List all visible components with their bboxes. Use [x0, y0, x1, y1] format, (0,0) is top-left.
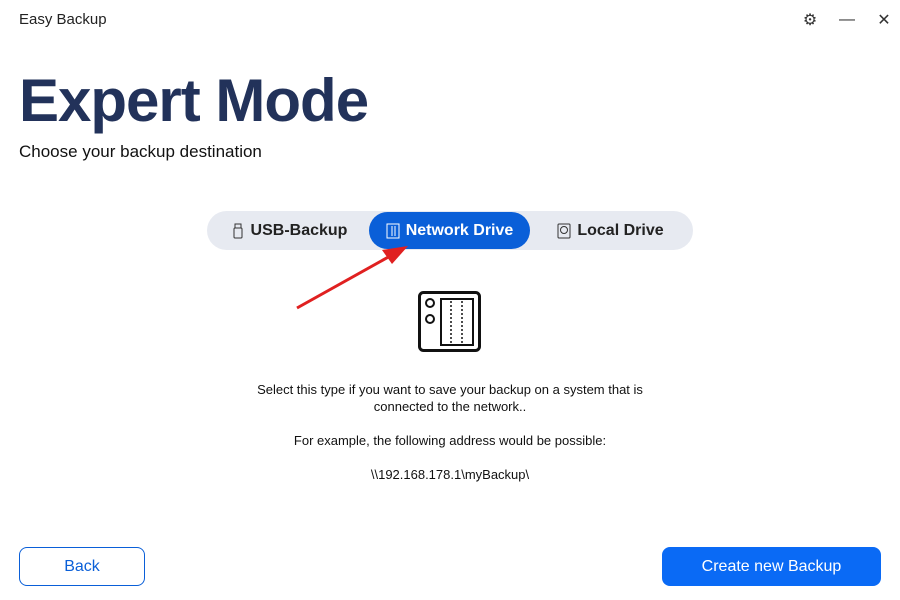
- tab-label: Local Drive: [577, 221, 664, 239]
- minimize-icon[interactable]: —: [835, 8, 859, 32]
- usb-stick-icon: [233, 223, 243, 238]
- tab-label: Network Drive: [405, 221, 514, 239]
- tab-local-drive[interactable]: Local Drive: [530, 212, 691, 249]
- back-button[interactable]: Back: [19, 547, 145, 586]
- gear-icon[interactable]: ⚙: [798, 8, 822, 32]
- window-title: Easy Backup: [19, 11, 107, 28]
- hard-drive-icon: [557, 223, 571, 238]
- example-text: For example, the following address would…: [293, 433, 607, 448]
- description: Select this type if you want to save you…: [0, 381, 900, 415]
- page-title: Expert Mode: [19, 67, 369, 134]
- tab-usb-backup[interactable]: USB-Backup: [209, 212, 369, 249]
- close-icon[interactable]: ✕: [872, 8, 896, 32]
- nas-icon: [386, 223, 400, 238]
- page-subtitle: Choose your backup destination: [19, 142, 262, 161]
- create-backup-button[interactable]: Create new Backup: [662, 547, 881, 586]
- destination-selector: USB-Backup Network Drive Local Drive: [207, 211, 693, 250]
- tab-network-drive[interactable]: Network Drive: [369, 212, 530, 249]
- tab-label: USB-Backup: [250, 221, 348, 239]
- nas-icon: [418, 291, 481, 352]
- description-line: connected to the network..: [373, 399, 527, 414]
- description-line: Select this type if you want to save you…: [257, 382, 643, 397]
- example-address: \\192.168.178.1\myBackup\: [370, 467, 530, 482]
